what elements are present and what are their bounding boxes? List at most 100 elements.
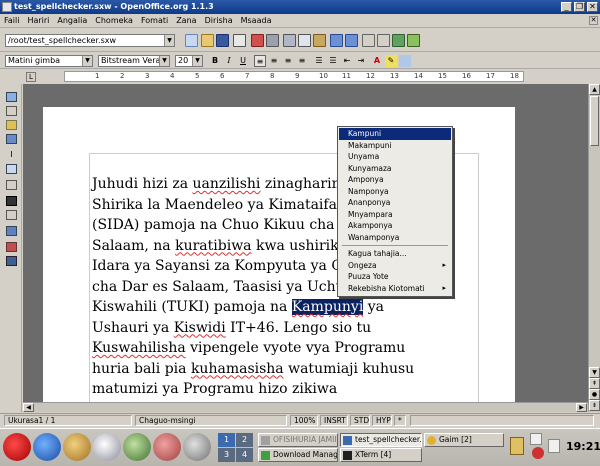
misspelled-word[interactable]: kuratibiwa xyxy=(175,238,251,254)
menu-help[interactable]: Msaada xyxy=(241,16,272,25)
url-input[interactable]: /root/test_spellchecker.sxw ▼ xyxy=(5,34,175,47)
browser-icon[interactable] xyxy=(33,433,61,461)
undo-icon[interactable] xyxy=(330,34,343,47)
paragraph-style-select[interactable]: Matini gimba ▼ xyxy=(5,55,93,67)
previous-page-icon[interactable]: ⇞ xyxy=(589,378,600,389)
suggestion-item[interactable]: Ananponya xyxy=(339,197,451,209)
hyperlink-icon[interactable] xyxy=(377,34,390,47)
task-button[interactable]: OFISIHURIA JAMII xyxy=(258,433,338,447)
page-indicator[interactable]: Ukurasa1 / 1 xyxy=(4,415,132,426)
horizontal-scrollbar[interactable]: ◀ ▶ xyxy=(23,402,588,412)
spreadsheet-icon[interactable] xyxy=(123,433,151,461)
show-draw-functions-icon[interactable] xyxy=(6,134,17,144)
selection-mode-indicator[interactable]: STD xyxy=(350,415,370,426)
data-sources-icon[interactable] xyxy=(407,34,420,47)
misspelled-word[interactable]: kuhamasisha xyxy=(191,361,284,377)
text-cursor-icon[interactable]: I xyxy=(6,150,17,160)
suggestion-item[interactable]: Kunyamaza xyxy=(339,163,451,175)
insert-mode-indicator[interactable]: INSRT xyxy=(320,415,348,426)
suggestion-item[interactable]: Amponya xyxy=(339,174,451,186)
decrease-indent-icon[interactable]: ⇤ xyxy=(341,55,353,67)
misspelled-word[interactable]: Kiswidi xyxy=(174,320,226,336)
task-button[interactable]: Gaim [2] xyxy=(424,433,504,447)
vertical-scrollbar[interactable]: ▲ ▼ ⇞ ● ⇟ xyxy=(588,84,600,412)
ignore-all-item[interactable]: Puuza Yote xyxy=(339,271,451,283)
suggestion-item[interactable]: Kampuni xyxy=(339,128,451,140)
tab-stop-icon[interactable]: L xyxy=(26,72,36,82)
scroll-up-icon[interactable]: ▲ xyxy=(589,84,600,95)
clock[interactable]: 19:21 xyxy=(566,440,600,453)
presentation-icon[interactable] xyxy=(153,433,181,461)
document-canvas[interactable]: Juhudi hizi za uanzilishi zinagharimiwa … xyxy=(23,84,588,412)
scroll-right-icon[interactable]: ▶ xyxy=(576,403,587,412)
chevron-down-icon[interactable]: ▼ xyxy=(192,56,202,66)
insert-object-icon[interactable] xyxy=(6,120,17,130)
clipboard-icon[interactable] xyxy=(510,437,524,455)
suggestion-item[interactable]: Akamponya xyxy=(339,220,451,232)
suggestion-item[interactable]: Unyama xyxy=(339,151,451,163)
scroll-left-icon[interactable]: ◀ xyxy=(23,403,34,412)
suggestion-item[interactable]: Mnyampara xyxy=(339,209,451,221)
menu-format[interactable]: Fomati xyxy=(141,16,168,25)
justify-icon[interactable]: ≡ xyxy=(296,55,308,67)
menu-edit[interactable]: Hariri xyxy=(27,16,49,25)
writer-icon[interactable] xyxy=(93,433,121,461)
edit-mode-icon[interactable] xyxy=(233,34,246,47)
printer-icon[interactable] xyxy=(183,433,211,461)
nonprinting-chars-icon[interactable] xyxy=(6,226,17,236)
menu-insert[interactable]: Chomeka xyxy=(95,16,133,25)
app-icon[interactable] xyxy=(2,2,12,12)
gallery-icon[interactable] xyxy=(392,34,405,47)
maximize-button[interactable]: ❐ xyxy=(574,2,585,12)
close-document-icon[interactable]: ✕ xyxy=(589,16,598,25)
window-titlebar[interactable]: test_spellchecker.sxw - OpenOffice.org 1… xyxy=(0,0,600,14)
navigation-icon[interactable]: ● xyxy=(589,389,600,400)
add-to-dictionary-item[interactable]: Ongeza ▸ xyxy=(339,260,451,272)
minimize-button[interactable]: _ xyxy=(561,2,572,12)
font-name-select[interactable]: Bitstream Vera S ▼ xyxy=(98,55,170,67)
online-layout-icon[interactable] xyxy=(6,256,17,266)
autocorrect-item[interactable]: Rekebisha Kiotomati ▸ xyxy=(339,283,451,295)
chevron-down-icon[interactable]: ▼ xyxy=(82,56,92,66)
copy-icon[interactable] xyxy=(298,34,311,47)
cut-icon[interactable] xyxy=(283,34,296,47)
next-page-icon[interactable]: ⇟ xyxy=(589,400,600,411)
zoom-indicator[interactable]: 100% xyxy=(290,415,318,426)
autospellcheck-icon[interactable] xyxy=(6,164,17,174)
find-replace-icon[interactable] xyxy=(6,196,17,206)
export-pdf-icon[interactable] xyxy=(251,34,264,47)
email-icon[interactable] xyxy=(63,433,91,461)
edit-file-icon[interactable] xyxy=(185,34,198,47)
close-button[interactable]: ✕ xyxy=(587,2,598,12)
insert-icon[interactable] xyxy=(6,92,17,102)
open-folder-icon[interactable] xyxy=(201,34,214,47)
menu-window[interactable]: Dirisha xyxy=(205,16,233,25)
data-source-icon[interactable] xyxy=(6,210,17,220)
paste-icon[interactable] xyxy=(313,34,326,47)
graphics-off-icon[interactable] xyxy=(6,242,17,252)
start-menu-icon[interactable] xyxy=(3,433,31,461)
menu-file[interactable]: Faili xyxy=(4,16,19,25)
menu-view[interactable]: Angalia xyxy=(57,16,87,25)
suggestion-item[interactable]: Makampuni xyxy=(339,140,451,152)
workspace-3[interactable]: 3 xyxy=(218,448,235,462)
tray-icon[interactable] xyxy=(530,433,542,445)
task-button[interactable]: Download Manager xyxy=(258,448,338,462)
misspelled-word[interactable]: Kuswahilisha xyxy=(92,340,186,356)
redo-icon[interactable] xyxy=(345,34,358,47)
suggestion-item[interactable]: Wanamponya xyxy=(339,232,451,244)
chevron-down-icon[interactable]: ▼ xyxy=(159,56,169,66)
workspace-4[interactable]: 4 xyxy=(236,448,253,462)
scroll-down-icon[interactable]: ▼ xyxy=(589,367,600,378)
highlight-icon[interactable]: ✎ xyxy=(385,55,397,67)
task-button[interactable]: XTerm [4] xyxy=(340,448,422,462)
hyperlink-mode-indicator[interactable]: HYP xyxy=(372,415,392,426)
selected-misspelled-word[interactable]: Kampunyi xyxy=(291,299,364,315)
insert-fields-icon[interactable] xyxy=(6,106,17,116)
background-color-icon[interactable] xyxy=(399,55,411,67)
suggestion-item[interactable]: Namponya xyxy=(339,186,451,198)
bullets-icon[interactable]: ☰ xyxy=(327,55,339,67)
align-right-icon[interactable]: ≡ xyxy=(282,55,294,67)
menu-tools[interactable]: Zana xyxy=(176,16,196,25)
workspace-1[interactable]: 1 xyxy=(218,433,235,447)
